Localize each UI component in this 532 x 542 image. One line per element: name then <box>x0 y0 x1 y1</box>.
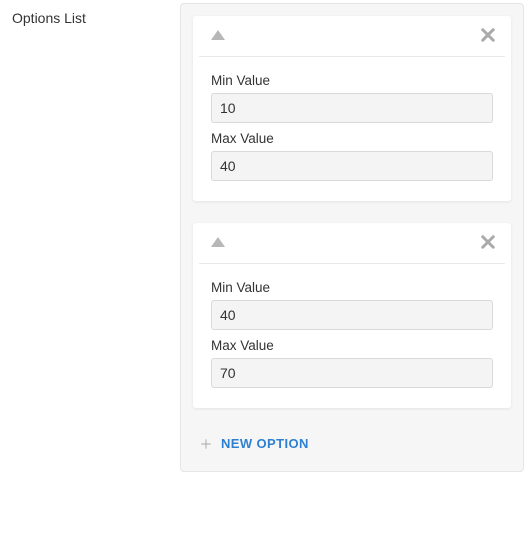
new-option-button[interactable]: NEW OPTION <box>193 430 315 459</box>
card-body: Min Value Max Value <box>193 264 511 408</box>
card-header <box>193 16 511 56</box>
option-card: Min Value Max Value <box>193 223 511 408</box>
max-value-label: Max Value <box>211 131 493 146</box>
min-value-label: Min Value <box>211 280 493 295</box>
collapse-up-icon[interactable] <box>211 30 225 40</box>
min-value-label: Min Value <box>211 73 493 88</box>
collapse-up-icon[interactable] <box>211 237 225 247</box>
option-card: Min Value Max Value <box>193 16 511 201</box>
page-title: Options List <box>12 10 180 26</box>
close-icon <box>479 233 497 251</box>
left-column: Options List <box>0 0 180 475</box>
options-panel: Min Value Max Value Min Value Max Value <box>180 3 524 472</box>
min-value-input[interactable] <box>211 300 493 330</box>
max-value-label: Max Value <box>211 338 493 353</box>
max-value-input[interactable] <box>211 358 493 388</box>
card-body: Min Value Max Value <box>193 57 511 201</box>
close-icon <box>479 26 497 44</box>
new-option-label: NEW OPTION <box>221 436 309 451</box>
min-value-input[interactable] <box>211 93 493 123</box>
max-value-input[interactable] <box>211 151 493 181</box>
delete-option-button[interactable] <box>479 233 497 251</box>
plus-icon <box>199 437 213 451</box>
card-header <box>193 223 511 263</box>
delete-option-button[interactable] <box>479 26 497 44</box>
options-list-editor: Options List Min Value Max Value <box>0 0 532 475</box>
